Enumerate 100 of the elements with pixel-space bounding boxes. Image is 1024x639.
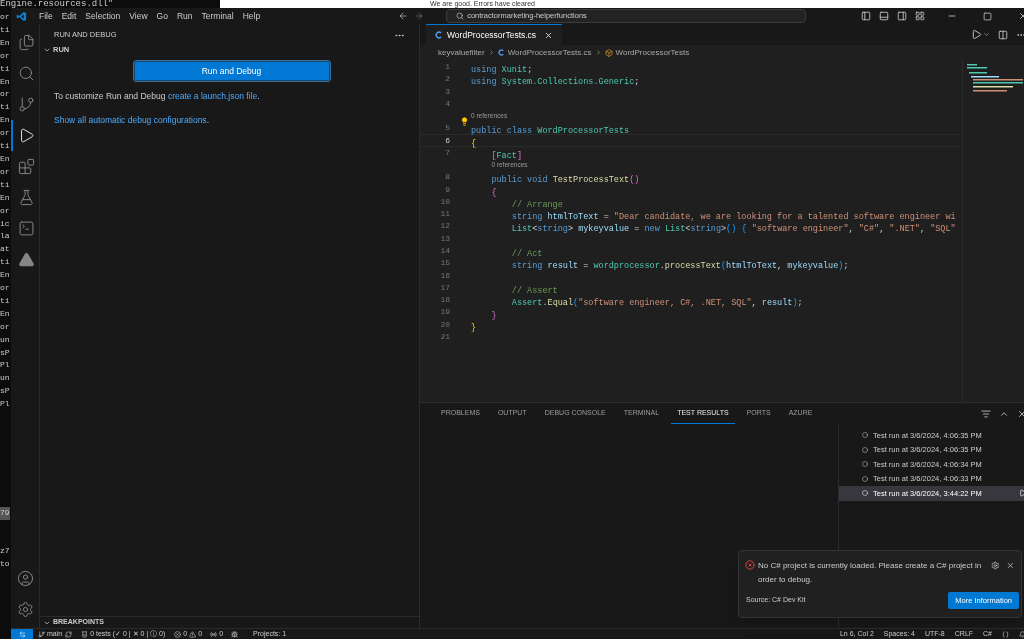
toggle-sidebar-icon[interactable] (861, 11, 871, 21)
terminal-text: En (0, 36, 10, 49)
lightbulb-icon[interactable] (460, 117, 469, 127)
terminal-text: or (0, 49, 10, 62)
error-icon (745, 560, 755, 570)
separator-icon (487, 49, 495, 56)
branch-icon (38, 630, 45, 638)
class-icon (604, 48, 613, 57)
code-line: Assert.Equal("software engineer, C#, .NET, SQL", result); (510, 298, 803, 309)
beaker-icon (81, 630, 89, 638)
search-icon (17, 65, 35, 82)
terminal-text: la (0, 230, 10, 243)
line-number: 21 (439, 331, 450, 344)
settings-icon[interactable] (16, 601, 34, 618)
menu-item[interactable]: Help (238, 9, 265, 23)
terminal-text: ti (0, 23, 10, 36)
line-number: 4 (444, 98, 450, 111)
status-circle-icon (862, 461, 868, 468)
terminal-text: Pl (0, 398, 10, 411)
terminal-text: Pl (0, 359, 10, 372)
back-icon[interactable] (398, 11, 409, 21)
triangle-icon (17, 251, 35, 268)
maximize-icon[interactable] (983, 11, 992, 21)
line-number: 5 (444, 122, 450, 135)
breadcrumb-item[interactable]: WordProcessorTests (615, 46, 690, 59)
status-circle-icon (862, 446, 868, 453)
close-icon[interactable] (544, 30, 554, 40)
terminal-text: En (0, 114, 10, 127)
line-number: 6 (444, 134, 450, 147)
terminal-text: un (0, 372, 10, 385)
line-number: 13 (439, 232, 450, 245)
terminal-text: or (0, 165, 10, 178)
terminal-text: En (0, 307, 10, 320)
menu-item[interactable]: Terminal (197, 9, 238, 23)
terminal-text: ti (0, 140, 10, 153)
line-number: 18 (439, 294, 450, 307)
branch-icon (17, 96, 35, 113)
error-icon (174, 630, 182, 638)
configurations-text: Show all automatic debug configurations. (53, 113, 210, 127)
bell-icon[interactable] (1019, 630, 1024, 638)
hint-text: To customize Run and Debug create a launch.json file. (53, 90, 261, 103)
chevron-icon[interactable] (983, 31, 990, 38)
layout-icon[interactable] (915, 11, 925, 21)
breadcrumb-item[interactable]: WordProcessorTests.cs (507, 46, 592, 59)
terminal-text: at (0, 243, 10, 256)
debug-icon[interactable] (231, 630, 239, 638)
terminal-text: sP (0, 385, 10, 398)
close-icon[interactable] (1006, 561, 1015, 570)
terminal-text: sP (0, 346, 10, 359)
code-line: string result = wordprocessor.processText(htmlToText, mykeyvalue); (510, 261, 849, 272)
configurations-link[interactable]: Show all automatic debug configurations (54, 114, 207, 125)
close-icon[interactable] (1017, 408, 1024, 419)
menu-item[interactable]: File (35, 9, 57, 23)
remote-icon (18, 630, 26, 638)
terminal-icon (17, 220, 35, 237)
run-icon[interactable] (971, 29, 982, 40)
warning-icon (189, 630, 197, 638)
terminal-text: Engine.resources.dll" (0, 0, 115, 8)
terminal-text: ti (0, 294, 10, 307)
line-number: 17 (439, 281, 450, 294)
status-circle-icon (862, 490, 868, 497)
terminal-text: or (0, 127, 10, 140)
code-line: { (471, 138, 477, 149)
menu-item[interactable]: Go (152, 9, 172, 23)
editor-tab[interactable]: WordProcessorTests.cs (426, 24, 563, 45)
blocks-icon (17, 158, 35, 175)
terminal-text: or (0, 320, 10, 333)
line-number: 2 (444, 73, 450, 86)
line-number: 10 (439, 195, 450, 208)
braces-icon[interactable] (1002, 630, 1009, 638)
terminal-text: En (0, 269, 10, 282)
menu-item[interactable]: Selection (81, 9, 125, 23)
play-icon[interactable] (1019, 489, 1024, 498)
terminal-text: En (0, 75, 10, 88)
account-icon[interactable] (16, 570, 34, 587)
menu-item[interactable]: Edit (57, 9, 81, 23)
status-circle-icon (862, 475, 868, 482)
line-number: 8 (444, 171, 450, 184)
menu-item[interactable]: Run (172, 9, 197, 23)
code-line: // Arrange (510, 199, 563, 210)
terminal-text: En (0, 191, 10, 204)
csharp-file-icon (497, 49, 505, 56)
terminal-text: En (0, 152, 10, 165)
settings-icon[interactable] (990, 561, 1000, 570)
sync-icon[interactable] (65, 630, 73, 638)
code-line: using System.Collections.Generic; (471, 77, 640, 88)
code-line: string htmlToText = "Dear candidate, we are looking for a talented software engineer wi (510, 212, 956, 223)
line-number: 1 (444, 61, 450, 74)
toggle-secondary-sidebar-icon[interactable] (897, 11, 907, 21)
run-and-debug-button[interactable]: Run and Debug (133, 61, 330, 81)
code-line: // Act (510, 249, 543, 259)
menu-item[interactable]: View (125, 9, 152, 23)
split-editor-icon[interactable] (998, 29, 1008, 40)
toggle-panel-icon[interactable] (879, 11, 889, 21)
code-line: public class WordProcessorTests (471, 126, 630, 137)
terminal-text: to (0, 557, 10, 570)
list-icon[interactable] (981, 408, 991, 419)
line-number: 9 (444, 183, 450, 196)
code-line: public void TestProcessText() (490, 175, 640, 186)
breadcrumb-item[interactable]: keyvaluefilter (438, 46, 485, 59)
